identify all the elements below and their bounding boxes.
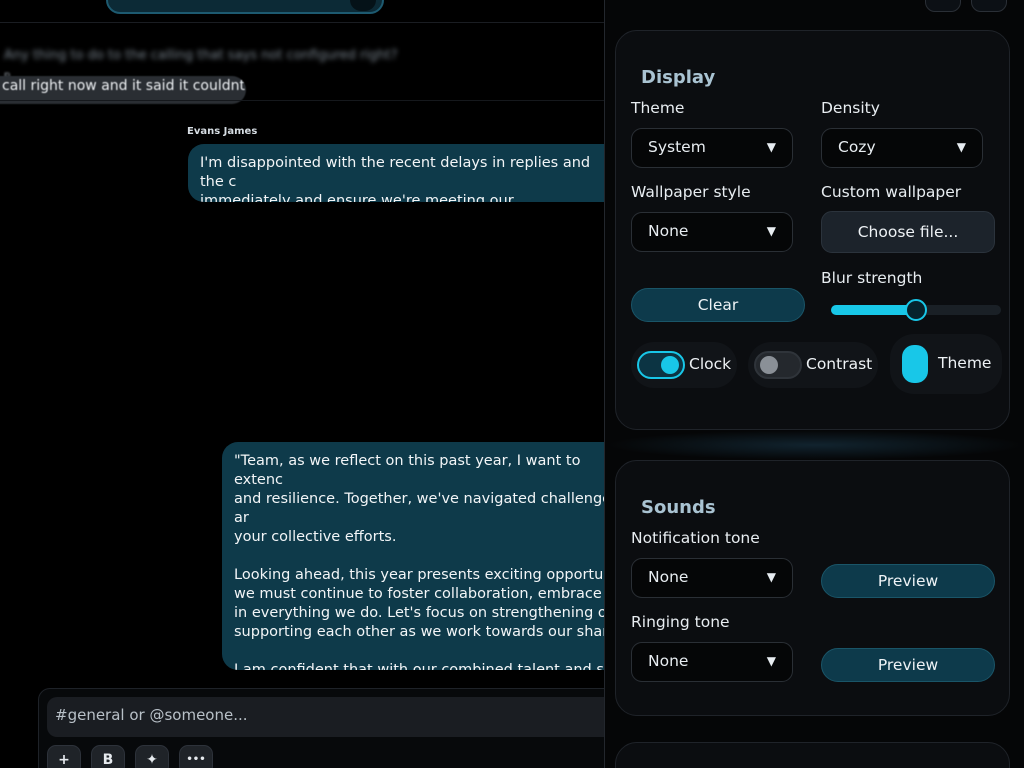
- chat-pane: Any thing to do to the calling that says…: [0, 0, 604, 768]
- ringing-tone-value: None: [648, 652, 689, 670]
- density-select[interactable]: Cozy ▼: [821, 128, 983, 168]
- theme-toggle-chip[interactable]: Theme: [890, 334, 1002, 394]
- density-label: Density: [821, 99, 880, 117]
- close-button[interactable]: [971, 0, 1007, 12]
- sounds-card: Sounds Notification tone None ▼ Preview …: [615, 460, 1010, 716]
- notification-tone-value: None: [648, 568, 689, 586]
- clock-toggle[interactable]: [637, 351, 685, 379]
- message-divider: [0, 100, 604, 101]
- chevron-down-icon: ▼: [766, 654, 776, 668]
- toggle-knob: [661, 356, 679, 374]
- wallpaper-style-value: None: [648, 222, 689, 240]
- bold-icon[interactable]: B: [91, 745, 125, 768]
- toggle-knob: [760, 356, 778, 374]
- header-action-button[interactable]: [925, 0, 961, 12]
- theme-select-value: System: [648, 138, 706, 156]
- message-bubble: I'm disappointed with the recent delays …: [188, 144, 604, 202]
- blur-strength-fill: [831, 305, 916, 315]
- wallpaper-style-select[interactable]: None ▼: [631, 212, 793, 252]
- chevron-down-icon: ▼: [766, 140, 776, 154]
- top-divider: [0, 22, 604, 23]
- blur-strength-thumb[interactable]: [905, 299, 927, 321]
- add-icon[interactable]: +: [47, 745, 81, 768]
- notification-tone-select[interactable]: None ▼: [631, 558, 793, 598]
- notification-tone-label: Notification tone: [631, 529, 760, 547]
- blur-strength-slider[interactable]: [831, 299, 1001, 321]
- clock-toggle-label: Clock: [689, 355, 732, 373]
- notification-preview-button[interactable]: Preview: [821, 564, 995, 598]
- display-card: Display Theme Density System ▼ Cozy ▼ Wa…: [615, 30, 1010, 430]
- custom-wallpaper-label: Custom wallpaper: [821, 183, 962, 201]
- blur-strength-label: Blur strength: [821, 269, 923, 287]
- more-icon[interactable]: •••: [179, 745, 213, 768]
- message-bubble: "Team, as we reflect on this past year, …: [222, 442, 604, 670]
- message-composer: #general or @someone... + B ✦ •••: [38, 688, 604, 768]
- quoted-blurred-line: Any thing to do to the calling that says…: [4, 48, 398, 63]
- clock-toggle-chip[interactable]: Clock: [631, 342, 737, 388]
- message-sender: Evans James: [187, 126, 258, 137]
- contrast-toggle-chip[interactable]: Contrast: [748, 342, 878, 388]
- chevron-down-icon: ▼: [766, 570, 776, 584]
- theme-swatch[interactable]: [902, 345, 928, 383]
- top-search-pill[interactable]: [106, 0, 384, 14]
- wallpaper-style-label: Wallpaper style: [631, 183, 751, 201]
- contrast-toggle[interactable]: [754, 351, 802, 379]
- chevron-down-icon: ▼: [766, 224, 776, 238]
- next-settings-card: [615, 742, 1010, 768]
- density-select-value: Cozy: [838, 138, 876, 156]
- panel-glow: [605, 430, 1024, 460]
- sparkle-icon[interactable]: ✦: [135, 745, 169, 768]
- message-input[interactable]: #general or @someone...: [47, 697, 604, 737]
- clear-wallpaper-button[interactable]: Clear: [631, 288, 805, 322]
- theme-select[interactable]: System ▼: [631, 128, 793, 168]
- display-section-title: Display: [641, 67, 716, 88]
- theme-toggle-label: Theme: [938, 354, 992, 372]
- contrast-toggle-label: Contrast: [806, 355, 873, 373]
- sounds-section-title: Sounds: [641, 497, 716, 518]
- ringing-tone-select[interactable]: None ▼: [631, 642, 793, 682]
- top-pill-knob[interactable]: [350, 0, 376, 11]
- theme-label: Theme: [631, 99, 685, 117]
- settings-panel: Display Theme Density System ▼ Cozy ▼ Wa…: [604, 0, 1024, 768]
- ringing-tone-label: Ringing tone: [631, 613, 730, 631]
- chevron-down-icon: ▼: [956, 140, 966, 154]
- choose-file-button[interactable]: Choose file...: [821, 211, 995, 253]
- quoted-message: Any thing to do to the calling that says…: [0, 40, 414, 112]
- ringing-preview-button[interactable]: Preview: [821, 648, 995, 682]
